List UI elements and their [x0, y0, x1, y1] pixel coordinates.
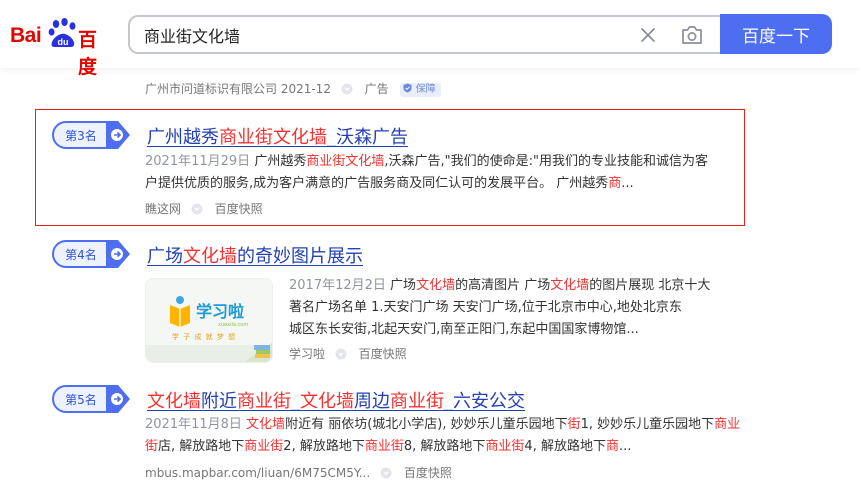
result-meta: mbus.mapbar.com/liuan/6M75CM5Y... 百度快照	[145, 464, 452, 481]
svg-text:xuexila.com: xuexila.com	[218, 322, 248, 328]
rank-arrow-icon	[106, 385, 130, 413]
rank-label: 第3名	[52, 121, 110, 149]
options-icon[interactable]	[191, 203, 203, 215]
logo-text-left: Bai	[10, 24, 42, 47]
logo-text-right: 百度	[78, 29, 97, 78]
svg-text:学 子 成 就 梦 想: 学 子 成 就 梦 想	[172, 332, 236, 341]
result-snippet: 2021年11月29日 广州越秀商业街文化墙,沃森广告,"我们的使命是:"用我们…	[145, 154, 708, 191]
source-text[interactable]: 瞧这网	[145, 202, 181, 216]
result-snippet: 2021年11月8日 文化墙附近有 丽依坊(城北小学店), 妙妙乐儿童乐园地下街…	[145, 417, 741, 454]
result-thumbnail[interactable]: 学习啦 xuexila.com 学 子 成 就 梦 想	[145, 278, 273, 363]
baidu-logo[interactable]: Bai du 百度	[10, 14, 114, 78]
rank-arrow-icon	[106, 240, 130, 268]
source-text: 广州市问道标识有限公司 2021-12	[145, 82, 331, 96]
search-box	[128, 15, 722, 54]
result-title[interactable]: 广场文化墙的奇妙图片展示	[147, 242, 363, 268]
result-meta: 瞧这网 百度快照	[145, 200, 263, 217]
options-icon[interactable]	[335, 348, 347, 360]
options-icon[interactable]	[341, 83, 353, 95]
ad-label: 广告	[364, 82, 389, 96]
snapshot-link[interactable]: 百度快照	[359, 347, 407, 361]
snapshot-link[interactable]: 百度快照	[215, 202, 263, 216]
guarantee-badge: 保障	[400, 83, 441, 97]
camera-icon[interactable]	[680, 24, 704, 46]
thumbnail-image: 学习啦 xuexila.com 学 子 成 就 梦 想	[146, 279, 272, 362]
result-snippet: 2017年12月2日 广场文化墙的高清图片 广场文化墙的图片展现 北京十大 著名…	[289, 278, 711, 337]
rank-badge-5: 第5名	[52, 385, 130, 413]
svg-text:du: du	[58, 37, 69, 47]
top-bar: Bai du 百度 百度一下	[0, 0, 860, 78]
rank-badge-3: 第3名	[52, 121, 130, 149]
search-input[interactable]	[144, 17, 624, 52]
search-button[interactable]: 百度一下	[720, 14, 832, 54]
snapshot-link[interactable]: 百度快照	[404, 466, 452, 480]
options-icon[interactable]	[380, 467, 392, 479]
clear-icon[interactable]	[638, 25, 658, 45]
shield-icon	[403, 83, 412, 93]
result-meta: 学习啦 百度快照	[289, 345, 407, 362]
result-title[interactable]: 广州越秀商业街文化墙_沃森广告	[147, 123, 408, 149]
rank-label: 第4名	[52, 240, 110, 268]
source-url[interactable]: mbus.mapbar.com/liuan/6M75CM5Y...	[145, 466, 370, 480]
rank-badge-4: 第4名	[52, 240, 130, 268]
rank-label: 第5名	[52, 385, 110, 413]
svg-text:学习啦: 学习啦	[196, 302, 244, 321]
source-text[interactable]: 学习啦	[289, 347, 325, 361]
paw-icon: du	[48, 18, 76, 47]
rank-arrow-icon	[106, 121, 130, 149]
result-title[interactable]: 文化墙附近商业街_文化墙周边商业街_六安公交	[147, 387, 525, 413]
result-meta: 广州市问道标识有限公司 2021-12 广告 保障	[145, 80, 441, 97]
